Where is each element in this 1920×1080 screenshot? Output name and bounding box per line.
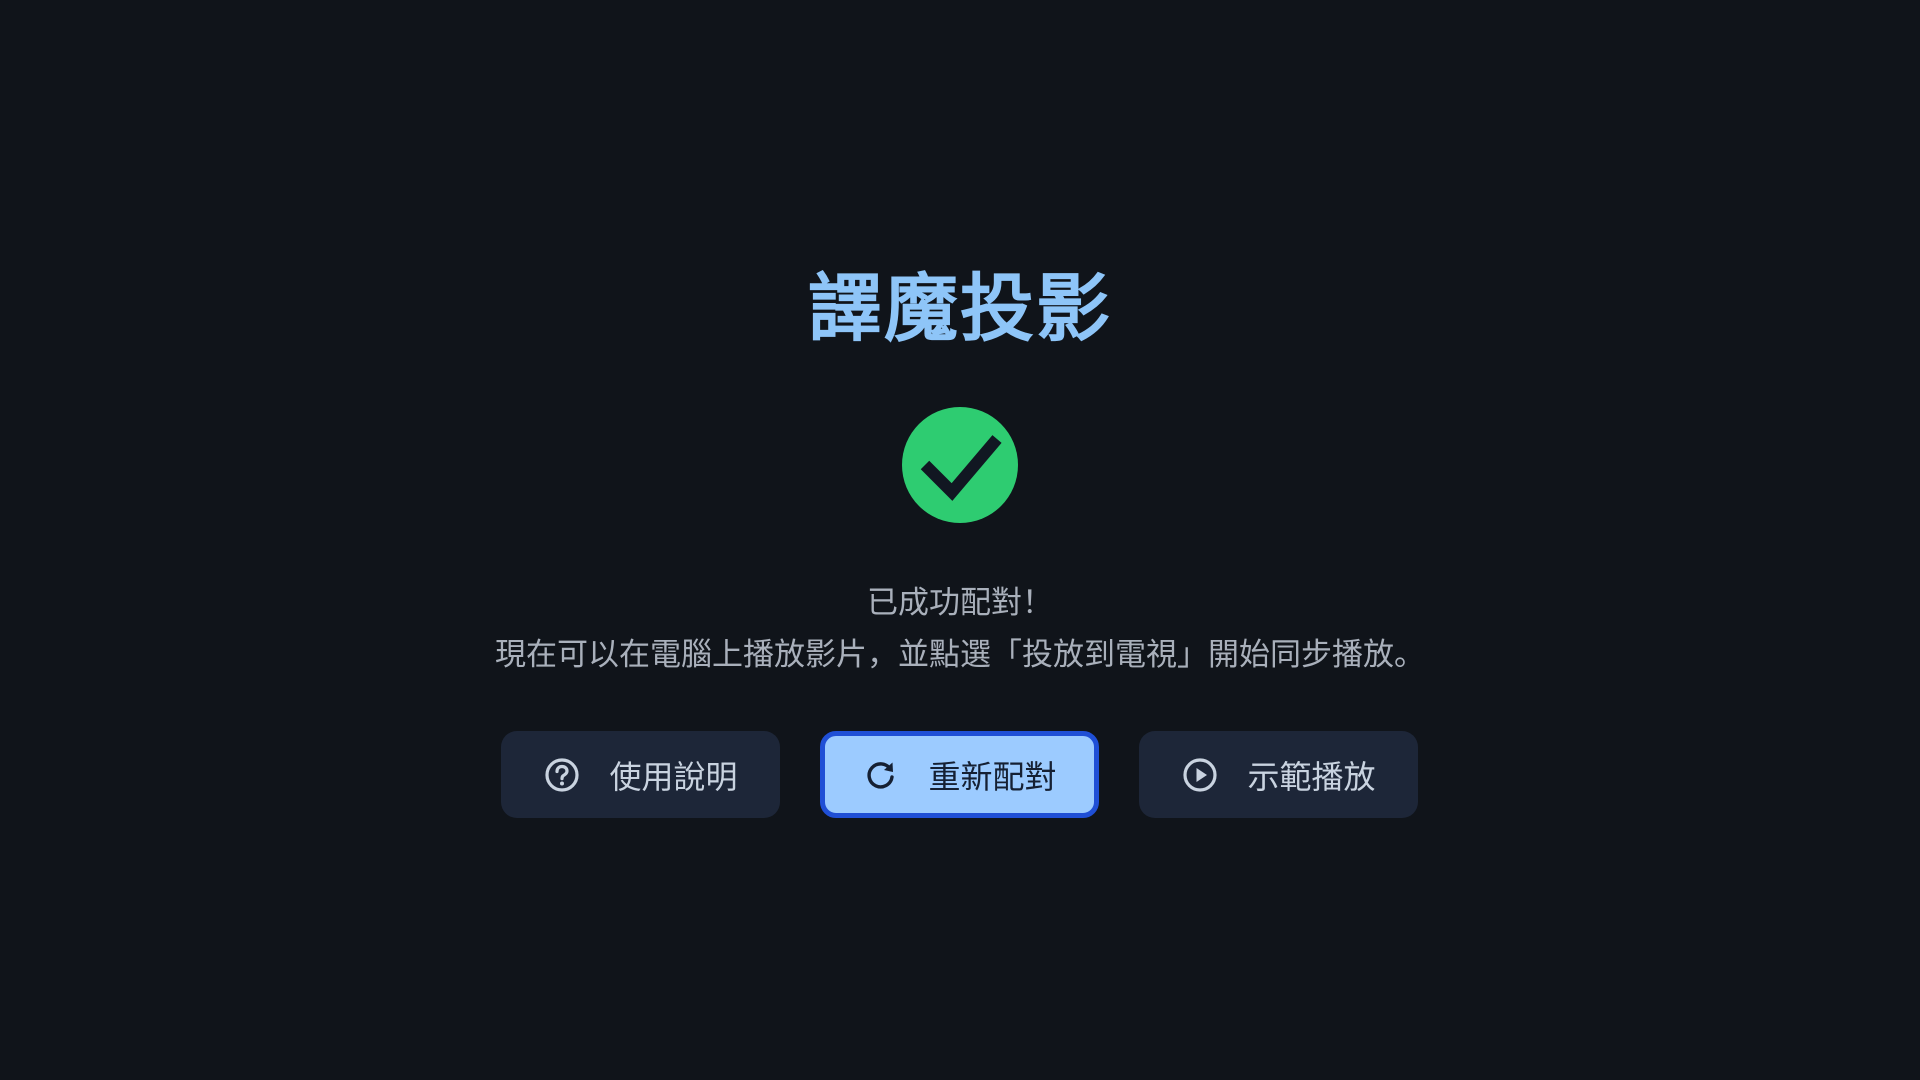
refresh-icon <box>862 756 900 794</box>
help-button[interactable]: 使用說明 <box>501 731 780 818</box>
app-title: 譯魔投影 <box>808 266 1112 352</box>
demo-play-button-label: 示範播放 <box>1247 757 1376 796</box>
play-circle-icon <box>1181 756 1219 794</box>
demo-play-button[interactable]: 示範播放 <box>1139 731 1418 818</box>
check-circle-icon <box>902 407 1018 523</box>
pairing-success-screen: 譯魔投影 已成功配對！ 現在可以在電腦上播放影片，並點選「投放到電視」開始同步播… <box>0 0 1920 1080</box>
repair-button[interactable]: 重新配對 <box>820 731 1099 818</box>
repair-button-label: 重新配對 <box>928 757 1057 796</box>
pairing-status-instructions: 現在可以在電腦上播放影片，並點選「投放到電視」開始同步播放。 <box>495 637 1425 673</box>
pairing-status-title: 已成功配對！ <box>867 585 1053 621</box>
help-circle-icon <box>543 756 581 794</box>
help-button-label: 使用說明 <box>609 757 738 796</box>
